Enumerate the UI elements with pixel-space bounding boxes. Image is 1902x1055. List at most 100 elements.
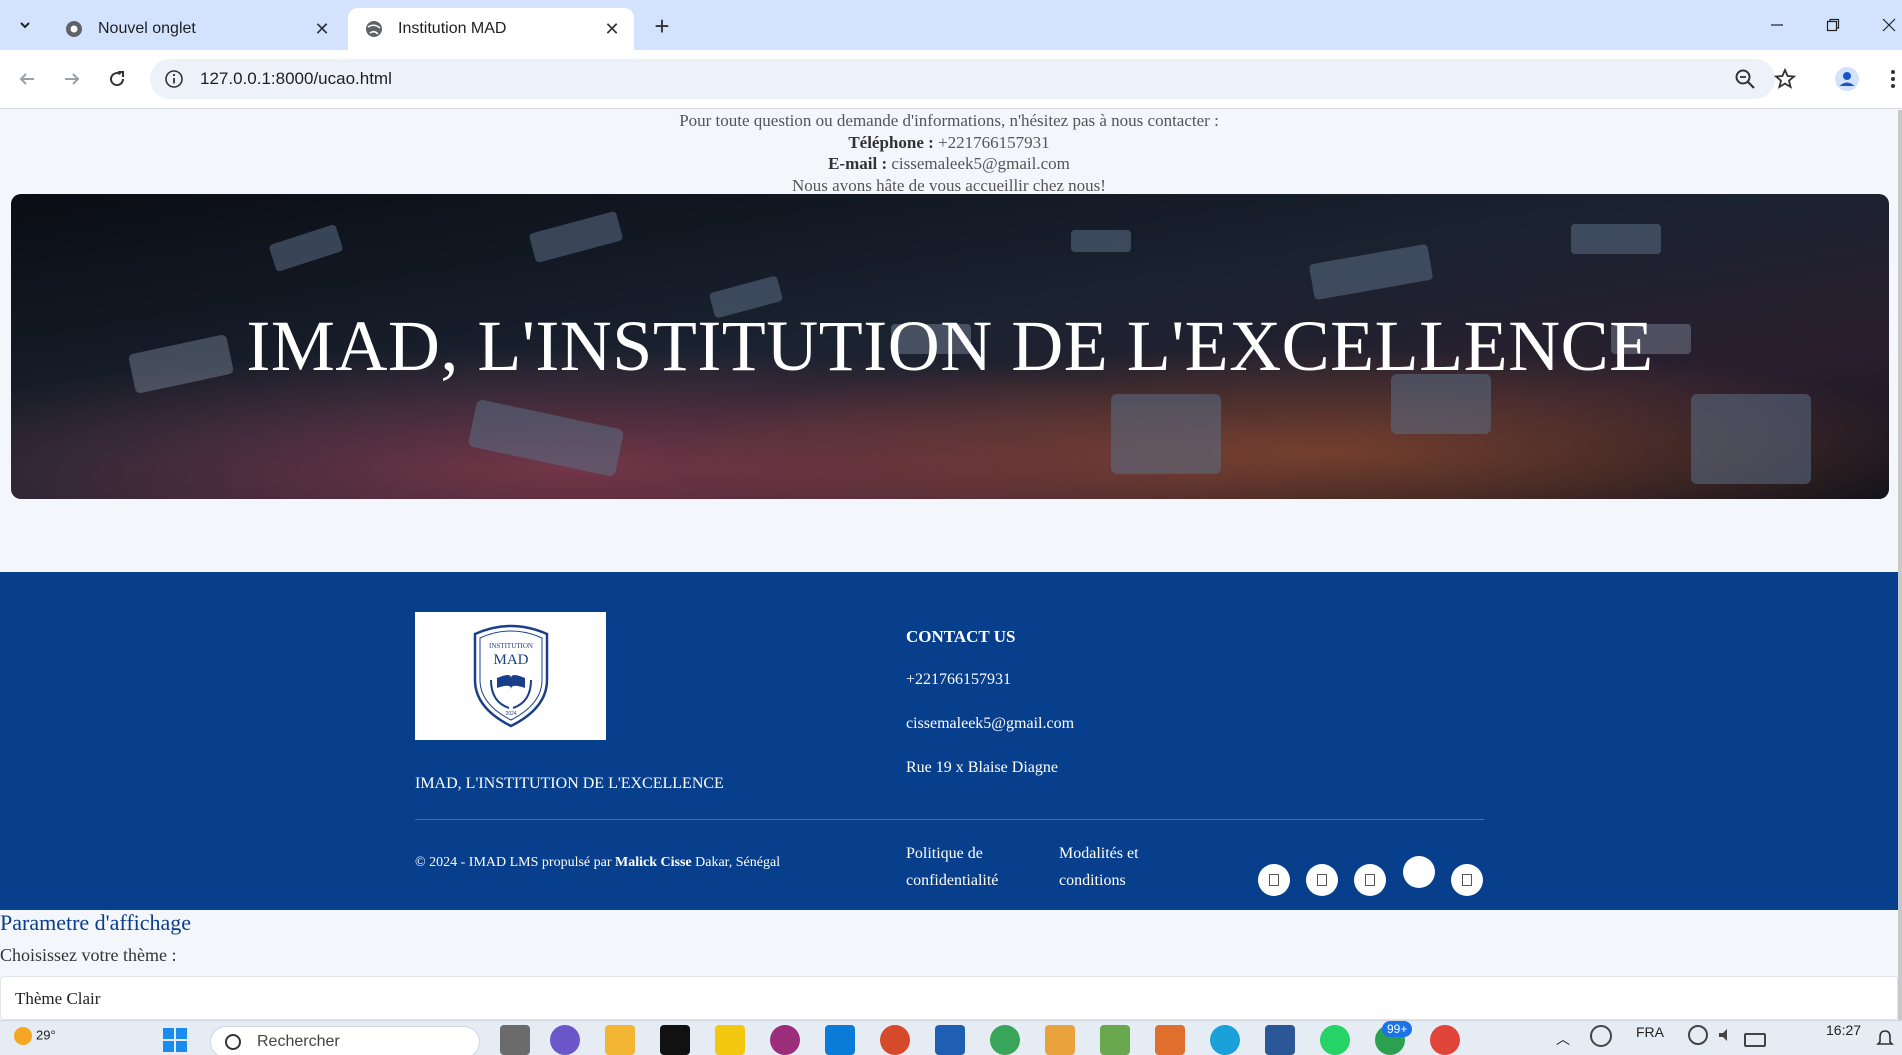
- footer-phone[interactable]: +221766157931: [906, 671, 1011, 689]
- word-icon[interactable]: [1265, 1025, 1295, 1055]
- forward-button[interactable]: [54, 61, 90, 97]
- missing-glyph-icon: [1269, 874, 1279, 886]
- institution-logo[interactable]: INSTITUTION MAD 2024: [415, 612, 606, 740]
- weather-temp: 29°: [36, 1027, 56, 1043]
- notifications-bell-icon[interactable]: [1876, 1029, 1896, 1049]
- edge-icon[interactable]: [1210, 1025, 1240, 1055]
- battery-icon[interactable]: [1744, 1033, 1766, 1047]
- xampp-icon[interactable]: [1045, 1025, 1075, 1055]
- minimize-icon: [1771, 24, 1783, 26]
- chrome-icon: [66, 21, 82, 37]
- hero-banner: IMAD, L'INSTITUTION DE L'EXCELLENCE: [11, 194, 1889, 499]
- intro-email: E-mail : cissemaleek5@gmail.com: [0, 153, 1898, 175]
- close-icon: [1882, 18, 1896, 32]
- terms-link[interactable]: Modalités et conditions: [1059, 840, 1139, 894]
- page-content: Pour toute question ou demande d'informa…: [0, 110, 1902, 1020]
- site-footer: INSTITUTION MAD 2024 IMAD, L'INSTITUTION…: [0, 572, 1898, 910]
- zoom-button[interactable]: [1732, 66, 1758, 92]
- task-view-icon[interactable]: [500, 1025, 530, 1055]
- close-window-button[interactable]: [1872, 8, 1902, 42]
- tab-new-tab[interactable]: Nouvel onglet ✕: [48, 8, 344, 50]
- zoom-out-icon: [1735, 69, 1755, 89]
- copyright-text: © 2024 - IMAD LMS propulsé par Malick Ci…: [415, 855, 780, 871]
- logo-text-main: MAD: [493, 652, 528, 668]
- file-explorer-icon[interactable]: [605, 1025, 635, 1055]
- clock-time[interactable]: 16:27: [1826, 1022, 1861, 1038]
- taskbar-search[interactable]: Rechercher: [210, 1026, 480, 1055]
- language-indicator[interactable]: FRA: [1636, 1024, 1664, 1040]
- copyright-author: Malick Cisse: [615, 855, 692, 870]
- privacy-policy-link[interactable]: Politique de confidentialité: [906, 840, 998, 894]
- globe-icon: [366, 21, 382, 37]
- contact-intro: Pour toute question ou demande d'informa…: [0, 110, 1898, 196]
- store-icon[interactable]: [935, 1025, 965, 1055]
- app-circle-icon[interactable]: [770, 1025, 800, 1055]
- start-button[interactable]: [160, 1025, 190, 1055]
- chrome-icon[interactable]: [1430, 1025, 1460, 1055]
- bell-icon: [1876, 1030, 1894, 1045]
- app-icon[interactable]: [1100, 1025, 1130, 1055]
- logo-year: 2024: [505, 711, 516, 717]
- weather-widget[interactable]: 29°: [14, 1027, 56, 1045]
- shield-logo-icon: INSTITUTION MAD 2024: [473, 624, 548, 728]
- browser-menu-button[interactable]: [1880, 66, 1902, 92]
- theme-select-value: Thème Clair: [15, 989, 101, 1008]
- tab-title: Nouvel onglet: [98, 20, 196, 37]
- refresh-app-icon[interactable]: [990, 1025, 1020, 1055]
- search-icon: [225, 1034, 241, 1050]
- notification-badge: 99+: [1382, 1021, 1413, 1037]
- close-icon[interactable]: ✕: [312, 19, 332, 39]
- kebab-menu-icon: [1891, 70, 1895, 88]
- footer-email[interactable]: cissemaleek5@gmail.com: [906, 715, 1074, 733]
- sync-icon[interactable]: [1590, 1025, 1612, 1047]
- phone-value: +221766157931: [938, 132, 1050, 152]
- terms-line-1: Modalités et: [1059, 845, 1139, 862]
- back-button[interactable]: [9, 61, 45, 97]
- reload-icon: [110, 71, 125, 87]
- network-icon[interactable]: [1688, 1025, 1708, 1045]
- vscode-icon[interactable]: [825, 1025, 855, 1055]
- tab-search-button[interactable]: [9, 11, 41, 39]
- intro-phone: Téléphone : +221766157931: [0, 132, 1898, 154]
- windows-logo-icon: [163, 1028, 187, 1052]
- tab-institution-mad[interactable]: Institution MAD ✕: [348, 8, 634, 50]
- missing-glyph-icon: [1317, 874, 1327, 886]
- terms-line-2: conditions: [1059, 872, 1126, 889]
- chat-app-icon[interactable]: [550, 1025, 580, 1055]
- theme-select[interactable]: Thème Clair: [0, 976, 1898, 1020]
- privacy-line-2: confidentialité: [906, 872, 999, 889]
- speaker-icon: [1719, 1029, 1727, 1041]
- restore-icon: [1826, 18, 1840, 32]
- close-icon[interactable]: ✕: [602, 19, 622, 39]
- footer-address: Rue 19 x Blaise Diagne: [906, 759, 1058, 776]
- chevron-down-icon: [20, 22, 30, 29]
- netflix-icon[interactable]: [660, 1025, 690, 1055]
- address-bar[interactable]: 127.0.0.1:8000/ucao.html: [150, 59, 1775, 99]
- profile-button[interactable]: [1834, 66, 1860, 92]
- chrome-profile-icon[interactable]: [880, 1025, 910, 1055]
- twitter-icon[interactable]: [1306, 864, 1338, 896]
- linkedin-icon[interactable]: [1403, 856, 1435, 888]
- windows-taskbar: 29° Rechercher 99+ ︿ FRA 16:27: [0, 1020, 1902, 1055]
- minimize-button[interactable]: [1760, 8, 1794, 42]
- missing-glyph-icon: [1462, 874, 1472, 886]
- volume-icon[interactable]: [1716, 1025, 1736, 1045]
- email-value: cissemaleek5@gmail.com: [891, 154, 1070, 173]
- bookmark-button[interactable]: [1772, 66, 1798, 92]
- theme-label: Choisissez votre thème :: [0, 945, 177, 965]
- missing-glyph-icon: [1365, 874, 1375, 886]
- page-scrollbar[interactable]: [1898, 110, 1902, 1020]
- facebook-icon[interactable]: [1258, 864, 1290, 896]
- restore-button[interactable]: [1816, 8, 1850, 42]
- chevron-up-icon[interactable]: ︿: [1556, 1029, 1570, 1049]
- whatsapp-icon[interactable]: [1320, 1025, 1350, 1055]
- copyright-suffix: Dakar, Sénégal: [695, 855, 781, 870]
- xampp-control-icon[interactable]: [1155, 1025, 1185, 1055]
- site-info-icon[interactable]: [164, 69, 184, 89]
- instagram-icon[interactable]: [1354, 864, 1386, 896]
- power-bi-icon[interactable]: [715, 1025, 745, 1055]
- new-tab-button[interactable]: +: [648, 11, 676, 41]
- weather-sun-icon: [14, 1027, 32, 1045]
- youtube-icon[interactable]: [1451, 864, 1483, 896]
- reload-button[interactable]: [99, 61, 135, 97]
